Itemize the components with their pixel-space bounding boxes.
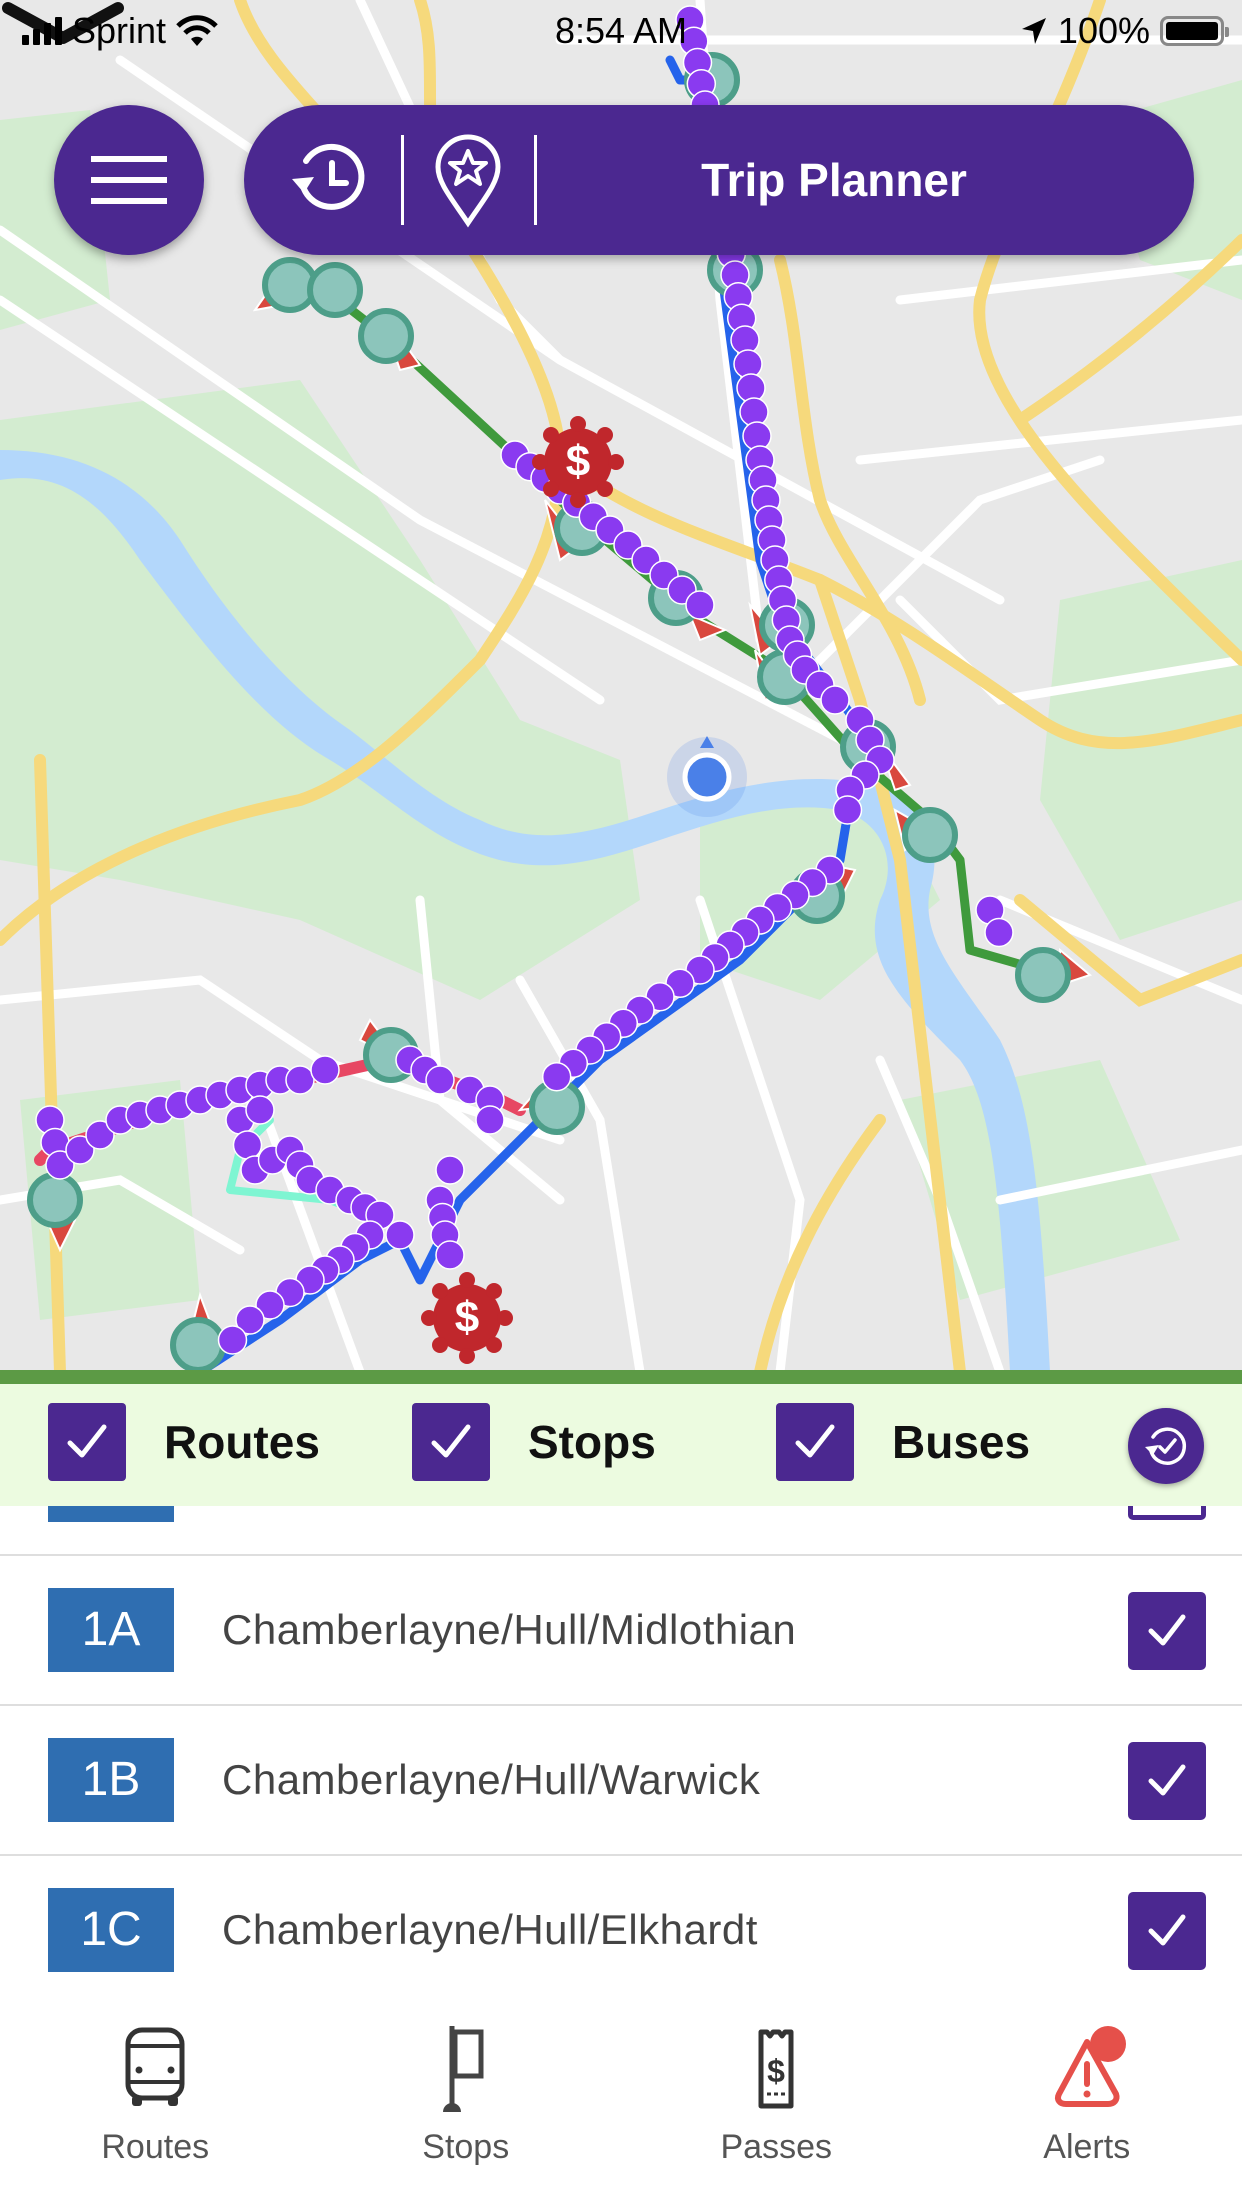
checkmark-icon (795, 1424, 835, 1458)
route-list[interactable]: 1 Chamberlayne/Hull/Southside Plaz 1A Ch… (0, 1420, 1242, 2000)
refresh-check-icon (1145, 1427, 1187, 1465)
bus-icon (125, 2027, 185, 2106)
tab-label: Passes (720, 2128, 833, 2166)
route-name: Chamberlayne/Hull/Midlothian (222, 1606, 797, 1653)
fare-outlet-badge-icon[interactable]: $ (421, 1272, 513, 1364)
tab-passes[interactable]: $ Passes (621, 2000, 932, 2208)
status-bar: Sprint 8:54 AM 100% (0, 0, 1242, 62)
header-divider (401, 135, 404, 225)
map-filter-bar: Routes Stops Buses (0, 1384, 1242, 1506)
route-badge: 1A (48, 1588, 174, 1672)
tab-label: Stops (422, 2128, 510, 2166)
filter-bar-accent (0, 1370, 1242, 1384)
battery-percent: 100% (1057, 10, 1150, 51)
history-clock-icon[interactable] (286, 137, 372, 223)
bus-vehicle-dot[interactable] (435, 1240, 465, 1270)
refresh-button[interactable] (1128, 1408, 1204, 1484)
tab-routes[interactable]: Routes (0, 2000, 311, 2208)
bus-vehicle-dot[interactable] (685, 590, 715, 620)
battery-icon (1160, 16, 1229, 46)
filter-routes-toggle[interactable]: Routes (48, 1402, 320, 1482)
filter-checkbox[interactable] (776, 1403, 854, 1481)
bus-vehicle-dot[interactable] (832, 795, 863, 825)
filter-checkbox[interactable] (48, 1403, 126, 1481)
filter-label: Routes (164, 1416, 320, 1468)
checkmark-icon (67, 1424, 107, 1458)
bus-vehicle-dot[interactable] (984, 917, 1014, 948)
trip-planner-bar: Trip Planner (244, 105, 1194, 255)
park-areas (0, 80, 1242, 1320)
bus-vehicle-dot[interactable] (217, 1325, 248, 1355)
route-checkbox[interactable] (1128, 1742, 1206, 1820)
bus-vehicle-dot[interactable] (425, 1065, 455, 1095)
menu-button[interactable] (54, 105, 204, 255)
fare-badge-label: $ (566, 437, 590, 486)
filter-label: Buses (892, 1416, 1031, 1468)
bus-vehicle-dot[interactable] (310, 1055, 340, 1085)
filter-buses-toggle[interactable]: Buses (776, 1402, 1030, 1482)
fare-outlet-badge-icon[interactable]: $ (532, 416, 624, 508)
checkmark-icon (1148, 1614, 1186, 1646)
tab-alerts[interactable]: Alerts (932, 2000, 1242, 2208)
stop-sign-icon (442, 2026, 484, 2112)
route-row[interactable]: 1B Chamberlayne/Hull/Warwick (0, 1706, 1242, 1856)
route-badge: 1B (48, 1738, 174, 1822)
tab-label: Routes (101, 2128, 210, 2166)
svg-text:$: $ (767, 2053, 785, 2089)
bus-vehicle-dot[interactable] (245, 1095, 275, 1125)
route-row[interactable]: 1C Chamberlayne/Hull/Elkhardt (0, 1856, 1242, 2000)
hamburger-icon (91, 156, 167, 204)
app-root: $ $ Sprint 8:54 AM 100% Trip Planner 1A … (0, 0, 1242, 2208)
tab-label: Alerts (1043, 2128, 1131, 2166)
alert-badge (1089, 2026, 1126, 2062)
checkmark-icon (1148, 1764, 1186, 1796)
route-checkbox[interactable] (1128, 1892, 1206, 1970)
checkmark-icon (431, 1424, 471, 1458)
route-row[interactable]: 1A Chamberlayne/Hull/Midlothian (0, 1556, 1242, 1706)
tab-stops[interactable]: Stops (311, 2000, 622, 2208)
route-checkbox[interactable] (1128, 1592, 1206, 1670)
star-pin-icon[interactable] (432, 133, 504, 229)
ticket-dollar-icon: $ (758, 2029, 794, 2109)
user-location-dot[interactable] (667, 736, 747, 817)
filter-checkbox[interactable] (412, 1403, 490, 1481)
bus-vehicle-dot[interactable] (475, 1105, 505, 1135)
filter-label: Stops (528, 1416, 656, 1468)
bus-vehicle-dot[interactable] (820, 685, 850, 715)
bus-vehicle-dot[interactable] (385, 1220, 415, 1250)
alert-triangle-icon (1054, 2026, 1126, 2107)
checkmark-icon (1148, 1914, 1186, 1946)
route-name: Chamberlayne/Hull/Warwick (222, 1756, 761, 1803)
bus-vehicle-dot[interactable] (435, 1155, 465, 1185)
location-arrow-icon (1021, 18, 1046, 44)
bus-vehicle-dot[interactable] (285, 1065, 315, 1095)
bus-vehicle-dot[interactable] (232, 1130, 263, 1160)
route-name: Chamberlayne/Hull/Elkhardt (222, 1906, 758, 1953)
trip-planner-button[interactable]: Trip Planner (534, 105, 1134, 255)
route-badge: 1C (48, 1888, 174, 1972)
bus-vehicle-dot[interactable] (541, 1061, 572, 1092)
tab-bar: Routes Stops $ Passes Alerts (0, 2000, 1242, 2208)
filter-stops-toggle[interactable]: Stops (412, 1402, 656, 1482)
fare-badge-label: $ (455, 1293, 479, 1342)
